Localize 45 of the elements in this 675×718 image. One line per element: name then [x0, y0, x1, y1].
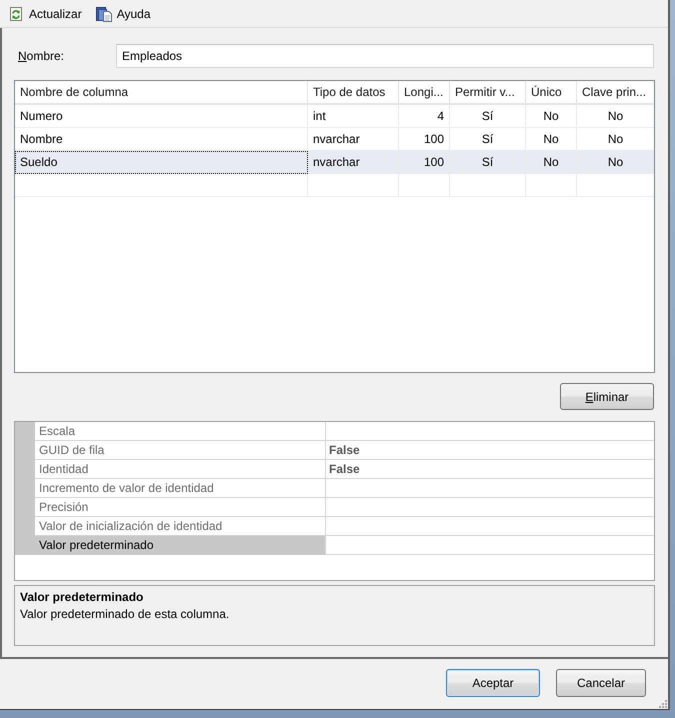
table-cell: Sueldo: [15, 151, 308, 174]
accept-button[interactable]: Aceptar: [446, 669, 540, 697]
help-button[interactable]: Ayuda: [94, 4, 152, 24]
description-text: Valor predeterminado de esta columna.: [20, 606, 230, 623]
property-name[interactable]: Incremento de valor de identidad: [35, 479, 326, 498]
empty-cell[interactable]: [526, 174, 577, 197]
column-header[interactable]: Clave prin...: [577, 81, 654, 103]
property-name[interactable]: Precisión: [35, 498, 326, 517]
property-value[interactable]: False: [326, 460, 654, 479]
table-cell: No: [577, 151, 654, 174]
column-header[interactable]: Tipo de datos: [308, 81, 399, 103]
empty-cell[interactable]: [15, 174, 308, 197]
name-label: Nombre:: [17, 49, 66, 63]
column-header[interactable]: Único: [526, 81, 577, 103]
table-row[interactable]: Sueldo nvarchar 100 Sí No No: [15, 151, 654, 174]
column-header[interactable]: Permitir v...: [450, 81, 526, 103]
table-cell: No: [526, 105, 577, 128]
property-value[interactable]: False: [326, 441, 654, 460]
column-header[interactable]: Longi...: [399, 81, 450, 103]
cancel-button[interactable]: Cancelar: [556, 669, 646, 697]
property-name[interactable]: GUID de fila: [35, 441, 326, 460]
property-name[interactable]: Identidad: [35, 460, 326, 479]
table-cell: No: [577, 105, 654, 128]
table-cell: int: [308, 105, 399, 128]
refresh-icon: [8, 6, 24, 22]
description-title: Valor predeterminado: [20, 589, 144, 605]
table-cell: nvarchar: [308, 151, 399, 174]
table-cell: 4: [399, 105, 450, 128]
column-header[interactable]: Nombre de columna: [15, 81, 308, 103]
property-name[interactable]: Valor predeterminado: [35, 536, 326, 555]
table-cell: Numero: [15, 105, 308, 128]
book-icon: [96, 6, 112, 22]
empty-cell[interactable]: [450, 174, 526, 197]
table-row[interactable]: Numero int 4 Sí No No: [15, 105, 654, 128]
table-cell: No: [526, 151, 577, 174]
table-cell: 100: [399, 151, 450, 174]
empty-cell[interactable]: [399, 174, 450, 197]
resize-grip-icon[interactable]: [658, 699, 667, 708]
empty-cell[interactable]: [308, 174, 399, 197]
table-cell: Sí: [450, 151, 526, 174]
table-cell: Sí: [450, 105, 526, 128]
name-input[interactable]: Empleados: [116, 44, 654, 68]
refresh-button[interactable]: Actualizar: [6, 4, 84, 24]
property-name[interactable]: Escala: [35, 422, 326, 441]
delete-button[interactable]: Eliminar: [560, 383, 654, 410]
